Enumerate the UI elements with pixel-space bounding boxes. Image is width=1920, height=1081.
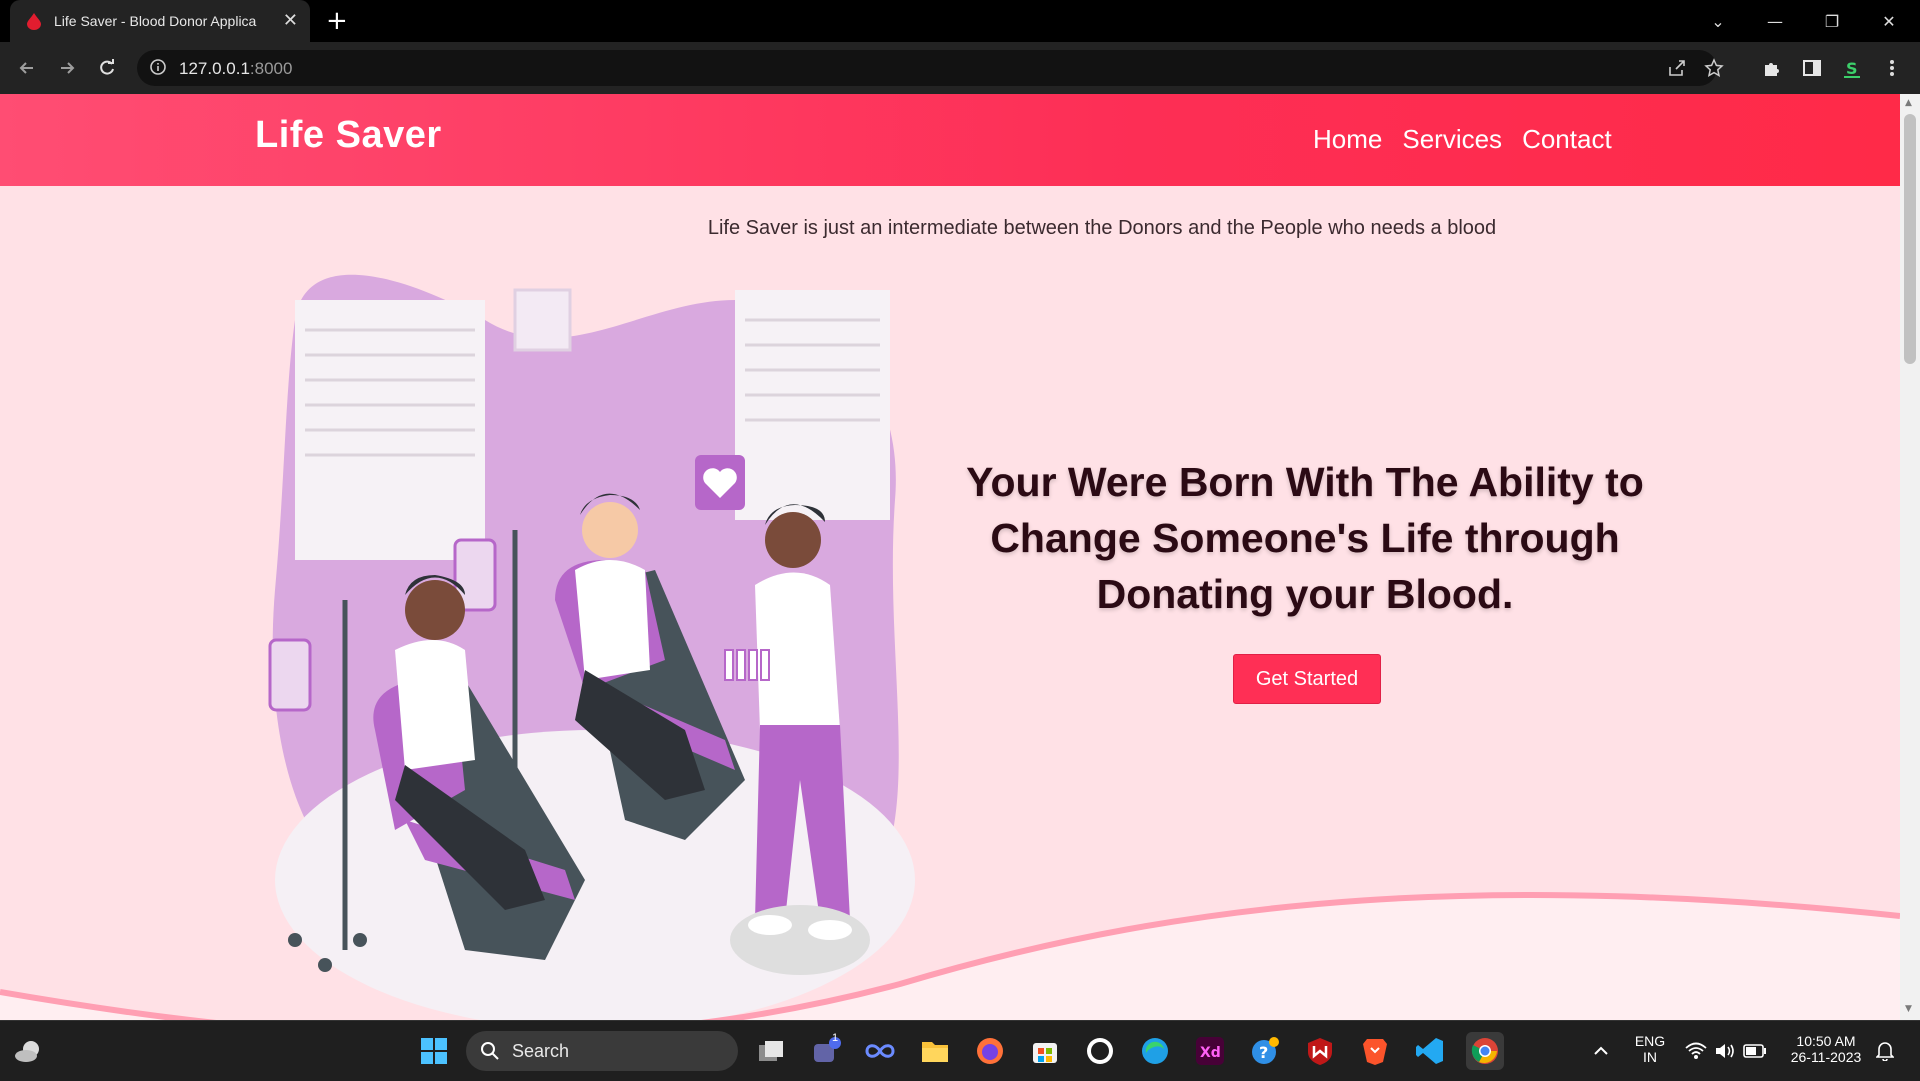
reload-button[interactable]	[92, 53, 122, 83]
battery-icon[interactable]	[1736, 1032, 1774, 1070]
hero-headline-line: Your Were Born With The Ability to	[966, 459, 1644, 505]
back-arrow-icon	[19, 62, 33, 74]
puzzle-icon	[1765, 63, 1779, 76]
url-text: 127.0.0.1:8000	[179, 59, 293, 78]
taskbar-search[interactable]: Search	[466, 1031, 738, 1071]
microsoft-store-icon[interactable]	[1026, 1032, 1064, 1070]
side-panel-icon	[1803, 60, 1821, 76]
edge-icon[interactable]	[1136, 1032, 1174, 1070]
weather-widget-icon[interactable]	[10, 1032, 48, 1070]
copilot-loop-icon[interactable]	[861, 1032, 899, 1070]
svg-text:S: S	[1846, 59, 1858, 78]
browser-menu-button[interactable]	[1877, 53, 1907, 83]
github-desktop-icon[interactable]	[1081, 1032, 1119, 1070]
scroll-thumb[interactable]	[1904, 114, 1916, 364]
svg-text:?: ?	[1259, 1043, 1268, 1062]
nav-link-contact[interactable]: Contact	[1522, 124, 1612, 155]
site-brand[interactable]: Life Saver	[255, 114, 442, 157]
chrome-icon[interactable]	[1466, 1032, 1504, 1070]
show-hidden-icons-button[interactable]	[1582, 1032, 1620, 1070]
site-nav: Home Services Contact	[1313, 124, 1612, 155]
hero-headline-line: Change Someone's Life through	[990, 515, 1620, 561]
address-bar[interactable]: 127.0.0.1:8000	[137, 50, 1724, 86]
language-label: ENG	[1634, 1033, 1666, 1049]
teams-chat-icon[interactable]: 1	[808, 1032, 846, 1070]
tab-title: Life Saver - Blood Donor Applica	[54, 13, 257, 29]
nav-link-home[interactable]: Home	[1313, 124, 1382, 155]
hero-headline-line: Donating your Blood.	[1096, 571, 1514, 617]
site-info-icon[interactable]	[149, 58, 167, 76]
system-clock[interactable]: 10:50 AM 26-11-2023	[1783, 1033, 1869, 1065]
blood-drop-favicon-icon	[27, 13, 41, 30]
clock-time: 10:50 AM	[1796, 1033, 1856, 1049]
site-navbar: Life Saver Home Services Contact	[0, 94, 1900, 186]
browser-tab[interactable]: Life Saver - Blood Donor Applica ✕	[10, 0, 310, 42]
clock-date: 26-11-2023	[1790, 1049, 1862, 1065]
mcafee-icon[interactable]	[1301, 1032, 1339, 1070]
heart-sign-icon	[695, 455, 745, 510]
reload-icon	[100, 59, 114, 75]
forward-button[interactable]	[52, 53, 82, 83]
profile-extension-button[interactable]: S	[1837, 53, 1867, 83]
tab-close-icon[interactable]: ✕	[283, 10, 298, 31]
forward-arrow-icon	[61, 62, 75, 74]
file-explorer-icon[interactable]	[916, 1032, 954, 1070]
task-view-icon[interactable]	[752, 1032, 790, 1070]
page-scrollbar[interactable]: ▲ ▼	[1900, 94, 1920, 1020]
windows-start-icon[interactable]	[415, 1032, 453, 1070]
input-language[interactable]: ENG IN	[1630, 1033, 1670, 1065]
notifications-bell-icon[interactable]	[1866, 1032, 1904, 1070]
teams-badge: 1	[832, 1032, 839, 1044]
new-tab-button[interactable]: +	[326, 6, 348, 36]
scroll-down-icon[interactable]: ▼	[1905, 1004, 1912, 1014]
extension-s-icon: S	[1844, 59, 1860, 78]
site-tagline: Life Saver is just an intermediate betwe…	[707, 217, 1497, 239]
hero-headline: Your Were Born With The Ability to Chang…	[960, 454, 1650, 622]
minimize-button[interactable]: —	[1749, 0, 1801, 42]
share-icon[interactable]	[1667, 58, 1687, 78]
back-button[interactable]	[12, 53, 42, 83]
side-panel-button[interactable]	[1797, 53, 1827, 83]
close-window-button[interactable]: ✕	[1863, 0, 1915, 42]
vscode-icon[interactable]	[1411, 1032, 1449, 1070]
browser-tab-strip: Life Saver - Blood Donor Applica ✕ + ⌄ —…	[0, 0, 1920, 42]
windows-taskbar: Search 1 Xd ? ENG IN 10:50 AM 26-11-2023	[0, 1020, 1920, 1081]
kebab-menu-icon	[1890, 60, 1894, 76]
search-label: Search	[512, 1041, 570, 1061]
page-viewport: Life Saver Home Services Contact Life Sa…	[0, 94, 1900, 1020]
help-app-icon[interactable]: ?	[1246, 1032, 1284, 1070]
adobe-xd-icon[interactable]: Xd	[1191, 1032, 1229, 1070]
nav-link-services[interactable]: Services	[1402, 124, 1502, 155]
tab-search-icon[interactable]: ⌄	[1692, 0, 1744, 42]
svg-text:Xd: Xd	[1200, 1045, 1221, 1061]
region-label: IN	[1643, 1049, 1657, 1065]
scroll-up-icon[interactable]: ▲	[1905, 98, 1912, 108]
brave-icon[interactable]	[1356, 1032, 1394, 1070]
search-icon	[481, 1042, 499, 1060]
decorative-wave	[0, 891, 1900, 1020]
firefox-icon[interactable]	[971, 1032, 1009, 1070]
extensions-button[interactable]	[1757, 53, 1787, 83]
bookmark-star-icon[interactable]	[1704, 58, 1724, 78]
restore-button[interactable]: ❐	[1806, 0, 1858, 42]
get-started-button[interactable]: Get Started	[1233, 654, 1381, 704]
